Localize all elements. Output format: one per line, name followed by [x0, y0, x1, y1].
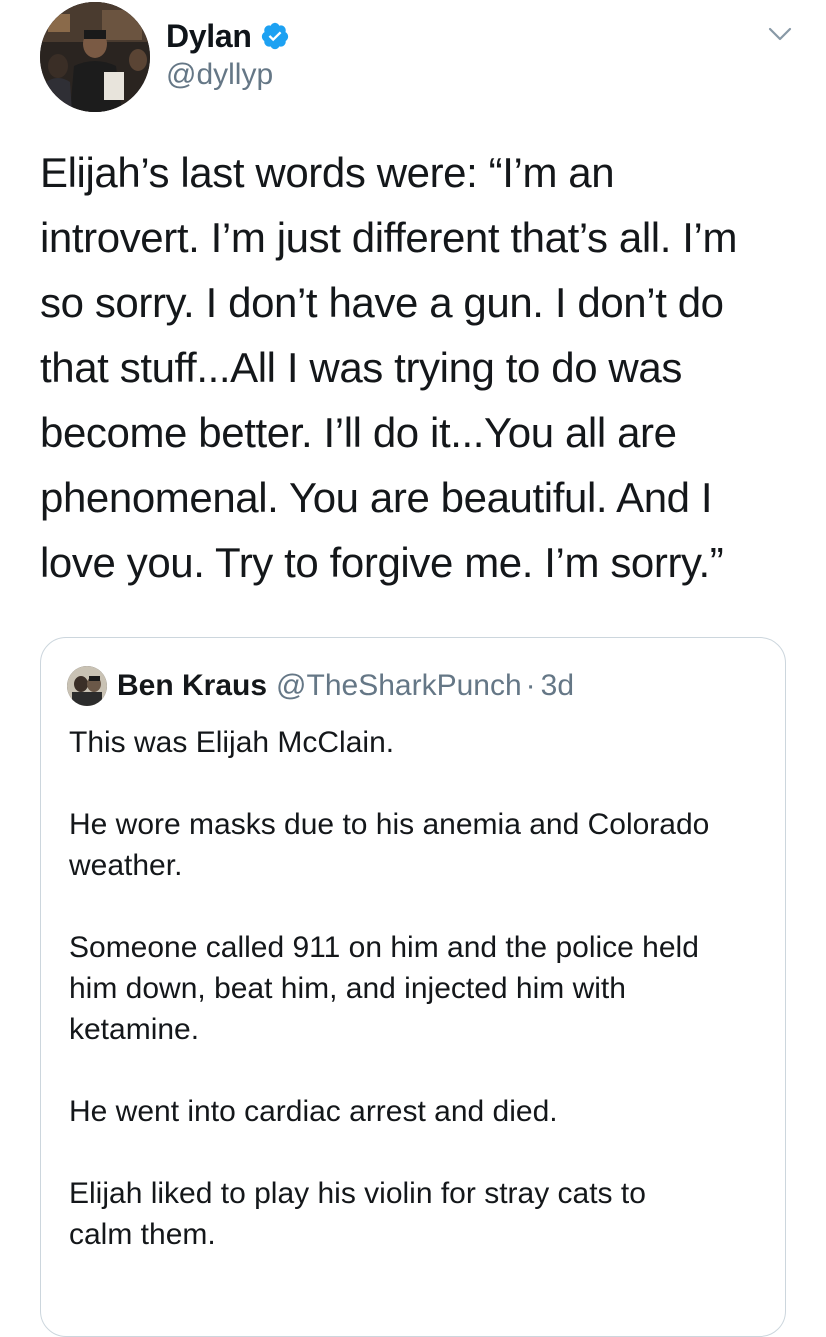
- quoted-author-avatar[interactable]: [67, 666, 107, 706]
- tweet-text-line: introvert. I’m just different that’s all…: [40, 214, 738, 261]
- verified-badge-icon: [260, 21, 290, 51]
- quoted-paragraph: Elijah liked to play his violin for stra…: [69, 1173, 769, 1255]
- tweet-text-line: so sorry. I don’t have a gun. I don’t do: [40, 279, 724, 326]
- quoted-text-line: ketamine.: [69, 1013, 200, 1046]
- quoted-author-handle[interactable]: @TheSharkPunch: [276, 669, 522, 703]
- quoted-text-line: weather.: [69, 849, 183, 882]
- quoted-tweet-card[interactable]: Ben Kraus @TheSharkPunch · 3d This was E…: [40, 637, 786, 1337]
- tweet: Dylan @dyllyp Elijah’s last words were: …: [0, 0, 826, 1337]
- quoted-paragraph: Someone called 911 on him and the police…: [69, 927, 769, 1050]
- quoted-text-line: This was Elijah McClain.: [69, 726, 395, 759]
- quoted-paragraph: This was Elijah McClain.: [69, 722, 769, 763]
- chevron-down-icon[interactable]: [768, 26, 792, 42]
- quoted-avatar-photo-icon: [67, 666, 107, 706]
- author-name-row: Dylan: [166, 14, 290, 58]
- quoted-author-name[interactable]: Ben Kraus: [117, 669, 267, 703]
- quoted-tweet-header: Ben Kraus @TheSharkPunch · 3d: [67, 664, 574, 708]
- quoted-text-line: He wore masks due to his anemia and Colo…: [69, 808, 710, 841]
- quoted-text-line: Elijah liked to play his violin for stra…: [69, 1177, 646, 1210]
- tweet-text-line: become better. I’ll do it...You all are: [40, 409, 677, 456]
- tweet-text-line: love you. Try to forgive me. I’m sorry.”: [40, 539, 724, 586]
- quoted-paragraph: He went into cardiac arrest and died.: [69, 1091, 769, 1132]
- author-handle[interactable]: @dyllyp: [166, 58, 273, 92]
- author-display-name[interactable]: Dylan: [166, 18, 252, 55]
- quoted-text-line: He went into cardiac arrest and died.: [69, 1095, 558, 1128]
- quoted-tweet-body: This was Elijah McClain. He wore masks d…: [69, 722, 769, 1296]
- tweet-text-line: Elijah’s last words were: “I’m an: [40, 149, 615, 196]
- tweet-text: Elijah’s last words were: “I’m an introv…: [40, 140, 800, 595]
- separator-dot: ·: [525, 669, 536, 702]
- avatar-photo-icon: [40, 2, 150, 112]
- tweet-text-line: that stuff...All I was trying to do was: [40, 344, 682, 391]
- quoted-paragraph: He wore masks due to his anemia and Colo…: [69, 804, 769, 886]
- author-avatar[interactable]: [40, 2, 150, 112]
- quoted-text-line: Someone called 911 on him and the police…: [69, 931, 699, 964]
- quoted-tweet-time[interactable]: 3d: [541, 669, 574, 703]
- quoted-text-line: him down, beat him, and injected him wit…: [69, 972, 626, 1005]
- tweet-text-line: phenomenal. You are beautiful. And I: [40, 474, 713, 521]
- quoted-text-line: calm them.: [69, 1218, 216, 1251]
